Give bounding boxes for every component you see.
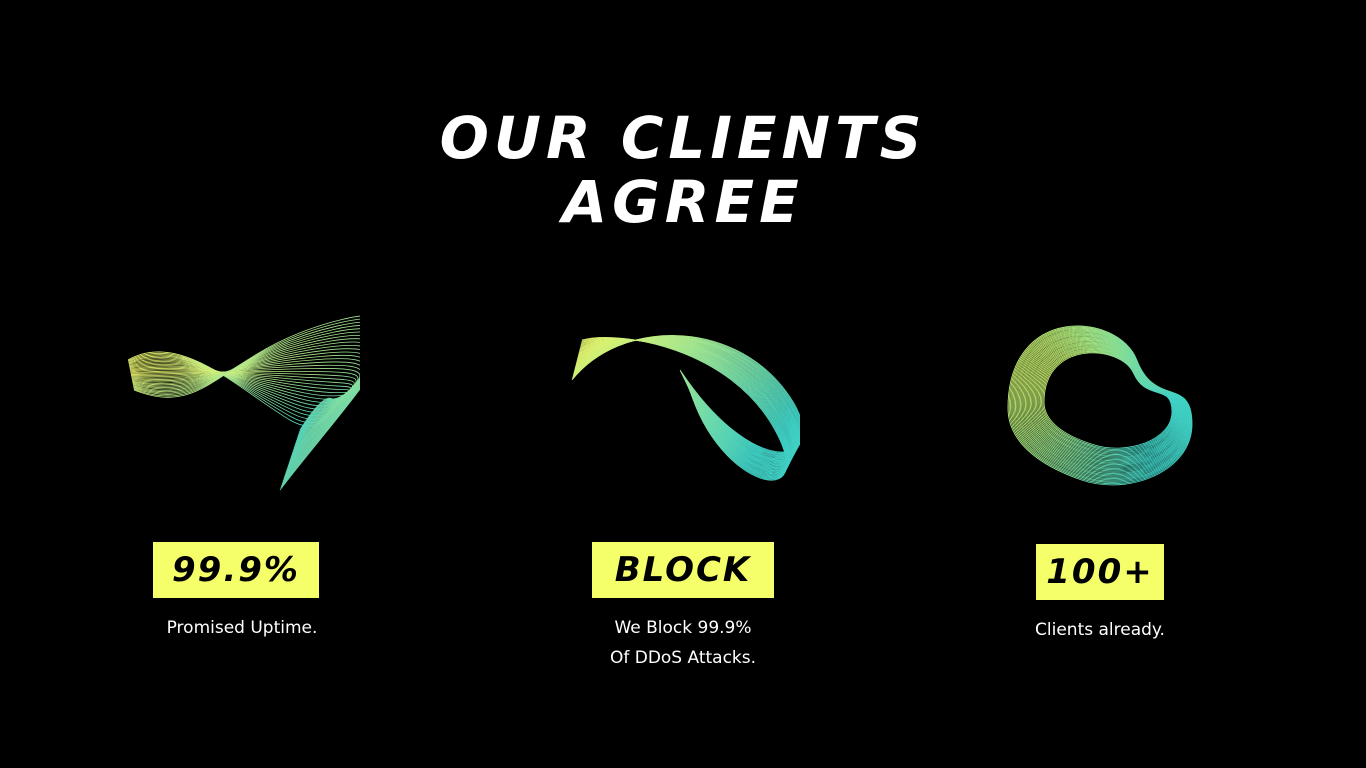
- block-caption-line-1: We Block 99.9%: [614, 618, 752, 638]
- page-title-line-1: OUR CLIENTS: [439, 104, 927, 172]
- clients-value: 100+: [1046, 552, 1154, 592]
- clients-badge: 100+: [1036, 544, 1164, 600]
- clients-caption: Clients already.: [950, 615, 1250, 645]
- folded-shell-illustration: [571, 335, 800, 481]
- uptime-caption-line: Promised Uptime.: [166, 618, 318, 638]
- uptime-caption: Promised Uptime.: [92, 613, 392, 643]
- torus-line: [1043, 352, 1173, 449]
- page-title-line-2: AGREE: [562, 168, 804, 236]
- block-value: BLOCK: [614, 550, 752, 590]
- block-badge: BLOCK: [592, 542, 774, 598]
- ring-torus-illustration: [1007, 325, 1193, 486]
- page-title: OUR CLIENTS AGREE: [0, 106, 1366, 234]
- uptime-badge: 99.9%: [153, 542, 319, 598]
- clients-caption-line: Clients already.: [1035, 620, 1165, 640]
- uptime-value: 99.9%: [172, 550, 300, 590]
- twisted-ribbon-illustration: [127, 315, 360, 491]
- stats-page: OUR CLIENTS AGREE 99.9% Promised Uptime.: [0, 0, 1366, 768]
- block-caption-line-2: Of DDoS Attacks.: [609, 648, 757, 668]
- block-caption: We Block 99.9% Of DDoS Attacks.: [533, 613, 833, 673]
